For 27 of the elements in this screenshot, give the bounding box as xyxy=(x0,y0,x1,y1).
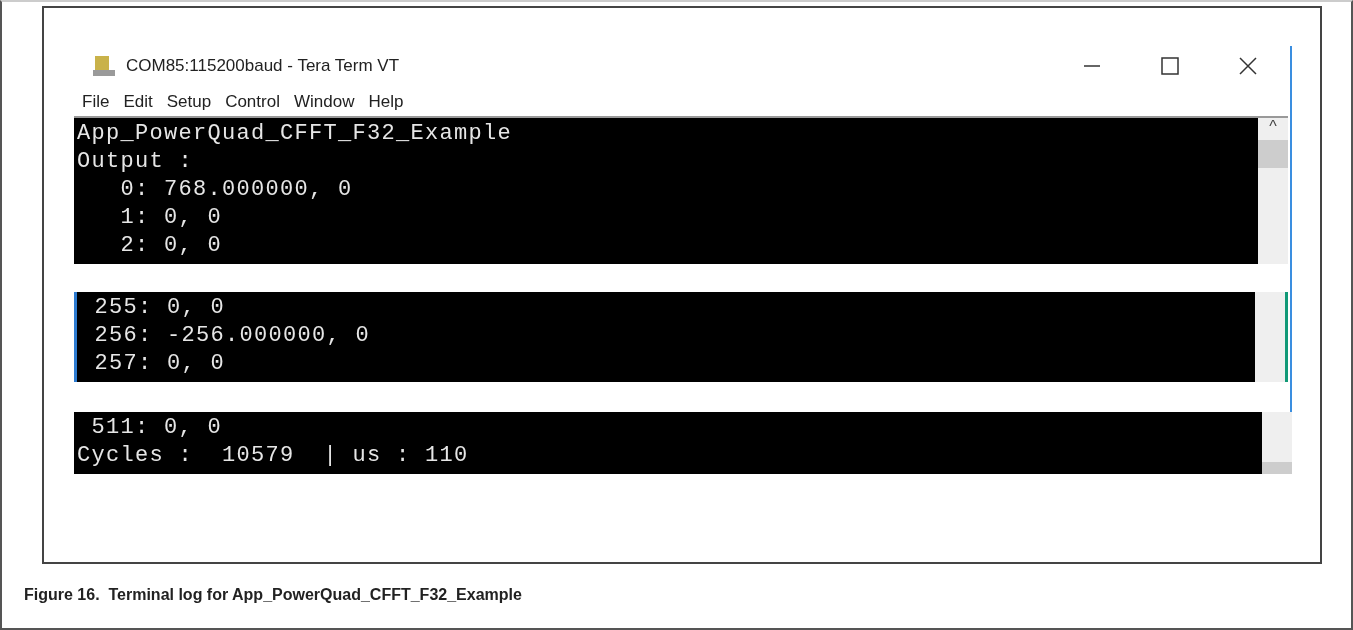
figure-caption: Figure 16. Terminal log for App_PowerQuad_CFFT_F32_Example xyxy=(24,586,522,604)
close-icon[interactable] xyxy=(1238,56,1258,76)
scrollbar[interactable]: ^ xyxy=(1258,118,1288,264)
scrollbar[interactable] xyxy=(1255,292,1288,382)
scrollbar[interactable] xyxy=(1262,412,1292,474)
menu-item[interactable]: Window xyxy=(293,92,355,112)
terminal-line: 0: 768.000000, 0 xyxy=(119,176,354,204)
scrollbar-thumb[interactable] xyxy=(1262,462,1292,474)
maximize-icon[interactable] xyxy=(1160,56,1180,76)
terminal-line: 255: 0, 0 xyxy=(93,294,227,322)
menu-item[interactable]: File xyxy=(82,92,110,112)
terminal-line: 2: 0, 0 xyxy=(119,232,224,260)
menu-item[interactable]: Edit xyxy=(123,92,153,112)
menu-item[interactable]: Control xyxy=(225,92,280,112)
scrollbar-thumb[interactable] xyxy=(1258,140,1288,168)
terminal-line: App_PowerQuad_CFFT_F32_Example xyxy=(77,120,514,148)
terminal-line: Output : xyxy=(77,148,195,176)
window-title: COM85:115200baud - Tera Term VT xyxy=(126,56,400,76)
terminal-line: 256: -256.000000, 0 xyxy=(93,322,372,350)
terminal-app-icon xyxy=(92,55,116,77)
terminal-line: 511: 0, 0 xyxy=(90,414,224,442)
terminal-line: Cycles : 10579 | us : 110 xyxy=(77,442,470,470)
menu-item[interactable]: Help xyxy=(368,92,404,112)
scroll-up-arrow[interactable]: ^ xyxy=(1258,118,1288,140)
menu-item[interactable]: Setup xyxy=(166,92,212,112)
terminal-line: 257: 0, 0 xyxy=(93,350,227,378)
terminal-line: 1: 0, 0 xyxy=(119,204,224,232)
